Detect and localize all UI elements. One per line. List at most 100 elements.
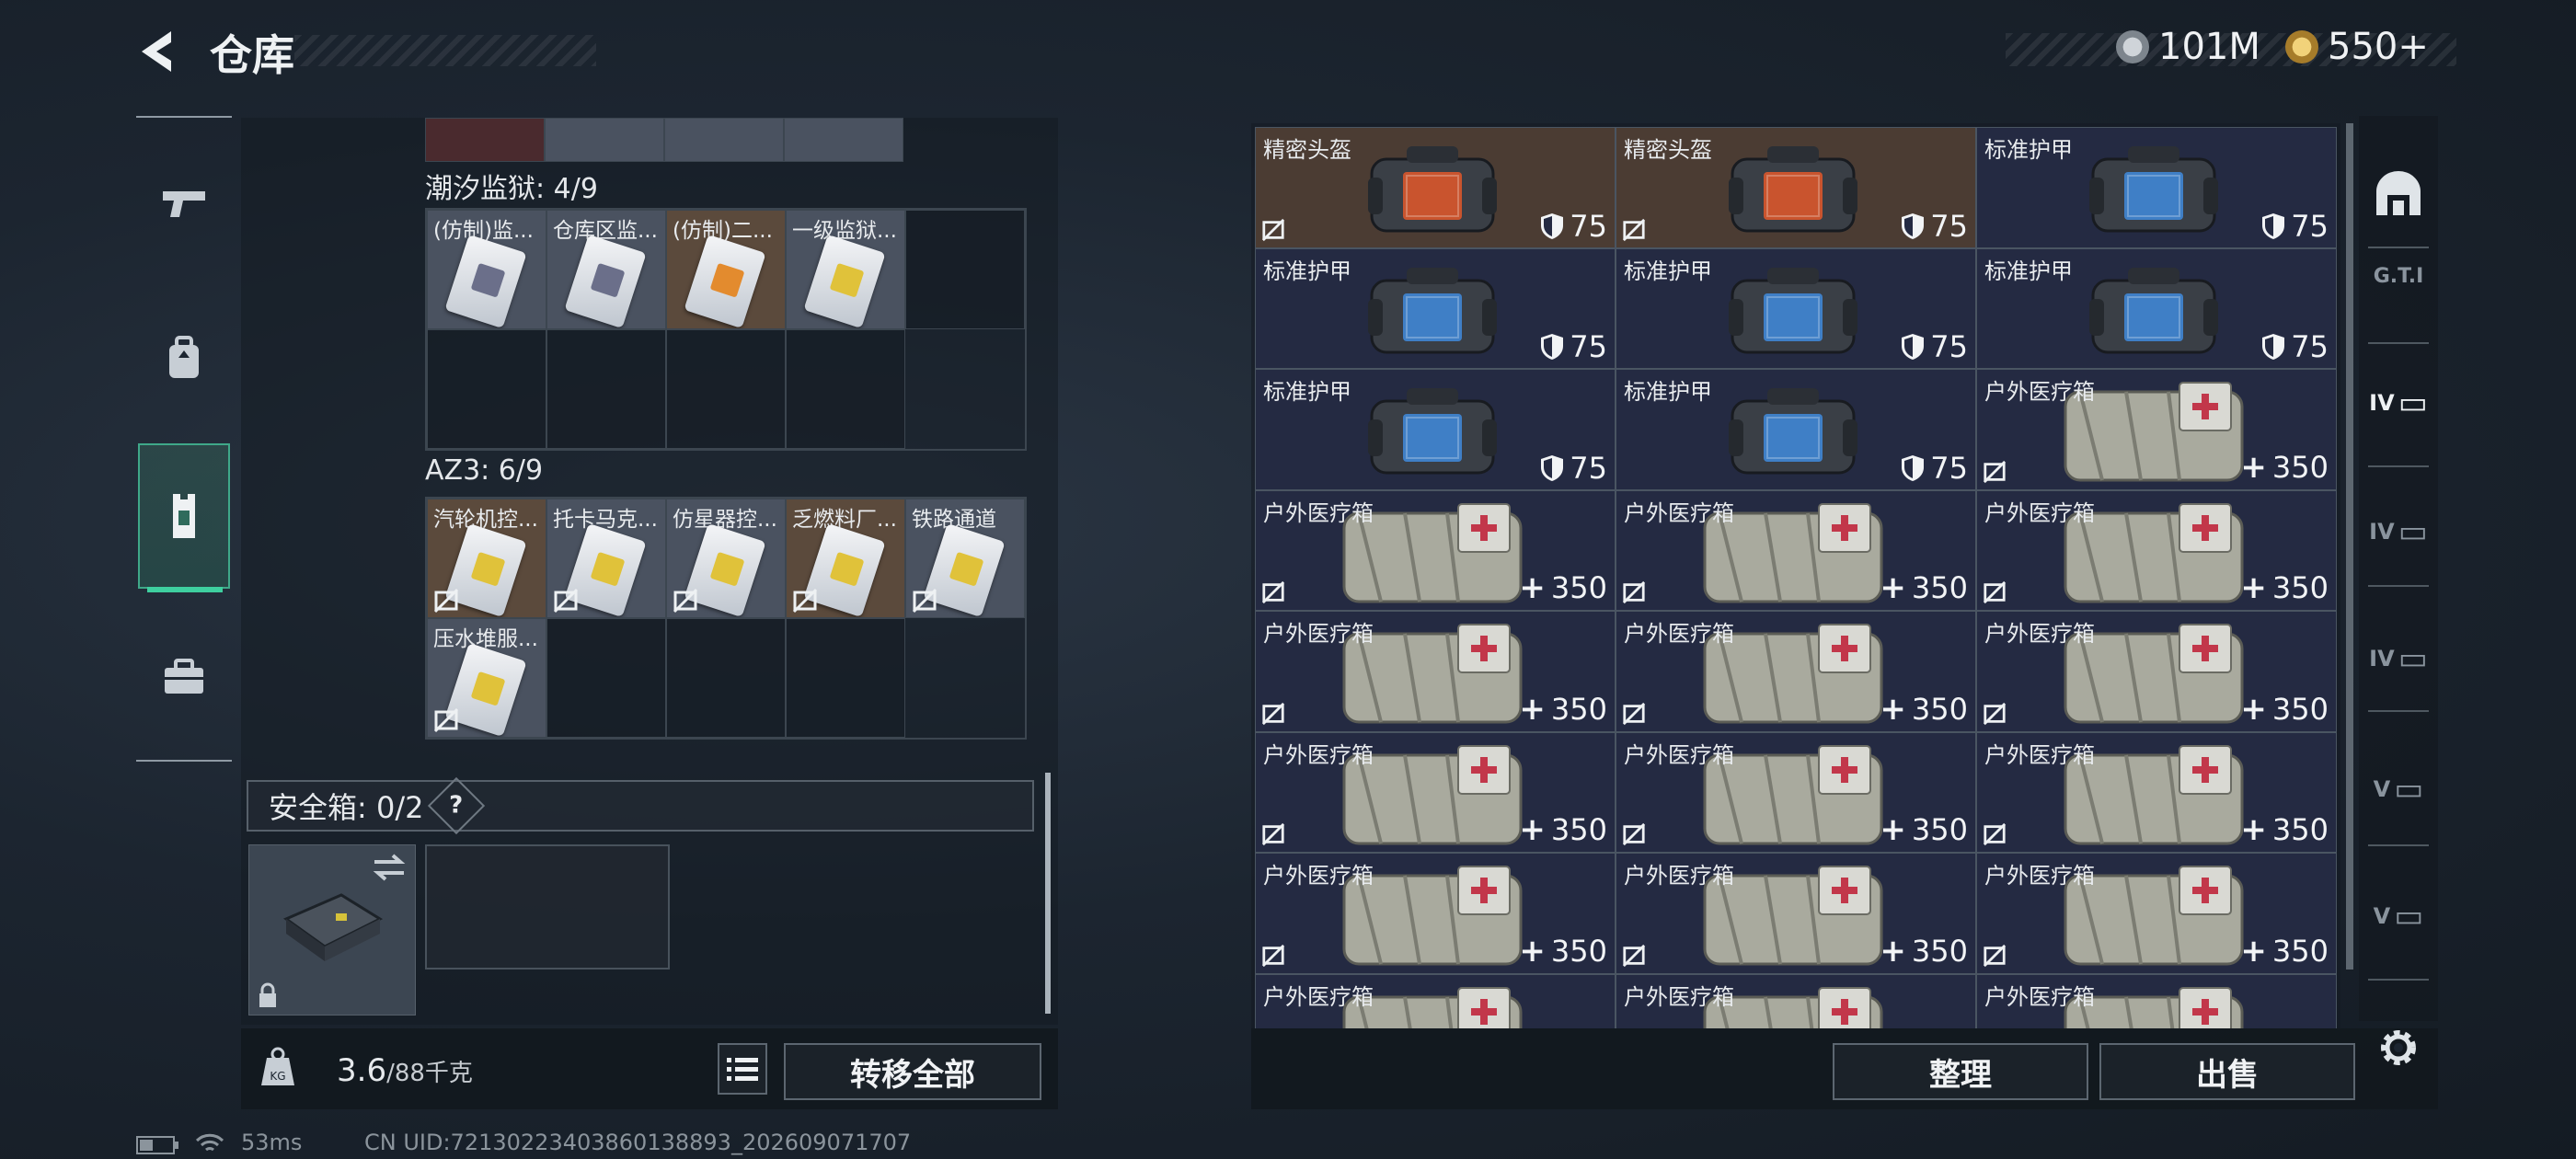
warehouse-item[interactable]: 户外医疗箱 +350 bbox=[1255, 611, 1616, 732]
empty-slot[interactable] bbox=[666, 618, 786, 738]
warehouse-item[interactable]: 户外医疗箱 +350 bbox=[1616, 853, 1976, 974]
warehouse-tab-3[interactable]: IV ▭ bbox=[2361, 357, 2436, 449]
warehouse-item[interactable]: 户外医疗箱 +350 bbox=[1976, 489, 2337, 611]
empty-slot[interactable] bbox=[666, 329, 786, 449]
sell-button[interactable]: 出售 bbox=[2099, 1043, 2355, 1100]
partial-cell[interactable] bbox=[545, 118, 664, 162]
helmet-case-icon bbox=[1368, 146, 1497, 233]
plus-icon: + bbox=[1880, 811, 1906, 848]
item-name: 户外医疗箱 bbox=[1624, 741, 1734, 768]
warehouse-item[interactable]: 户外医疗箱 +350 bbox=[1255, 973, 1616, 1028]
warehouse-item[interactable]: 精密头盔 75 bbox=[1616, 127, 1976, 248]
swap-icon[interactable] bbox=[371, 853, 408, 882]
empty-slot[interactable] bbox=[546, 618, 666, 738]
empty-slot[interactable] bbox=[546, 329, 666, 449]
warehouse-tab-5[interactable]: IV ▭ bbox=[2361, 613, 2436, 705]
keycard-slot[interactable]: 托卡马克... bbox=[546, 499, 666, 618]
pistol-icon bbox=[163, 191, 205, 217]
warehouse-panel: 精密头盔 75 精密头盔 75 标准护甲 75 标准护甲 75 标准护甲 75 标准护甲 … bbox=[1251, 123, 2340, 1028]
partial-cell[interactable] bbox=[664, 118, 784, 162]
shield-icon bbox=[1902, 334, 1925, 360]
warehouse-item[interactable]: 户外医疗箱 +350 bbox=[1976, 853, 2337, 974]
gear-icon[interactable] bbox=[2375, 1025, 2421, 1071]
battery-icon bbox=[136, 1136, 178, 1154]
item-name: 托卡马克... bbox=[553, 508, 658, 532]
warehouse-tab-2[interactable]: G.T.I bbox=[2361, 230, 2436, 322]
safe-box-empty-slot[interactable] bbox=[425, 844, 670, 970]
warehouse-tab-4[interactable]: IV ▭ bbox=[2361, 486, 2436, 578]
plus-icon: + bbox=[2240, 932, 2267, 970]
empty-slot[interactable] bbox=[427, 329, 546, 449]
warehouse-scrollbar[interactable] bbox=[2346, 123, 2353, 970]
warehouse-item[interactable]: 户外医疗箱 +350 bbox=[1255, 853, 1616, 974]
keycard-slot[interactable]: 仓库区监... bbox=[546, 210, 666, 329]
warehouse-item[interactable]: 精密头盔 75 bbox=[1255, 127, 1616, 248]
category-weapons[interactable] bbox=[138, 158, 230, 250]
warehouse-item[interactable]: 标准护甲 75 bbox=[1616, 369, 1976, 490]
rail-top-divider bbox=[136, 116, 232, 118]
item-name: 户外医疗箱 bbox=[1263, 983, 1374, 1010]
keycard-slot[interactable]: 乏燃料厂... bbox=[786, 499, 905, 618]
warehouse-item[interactable]: 标准护甲 75 bbox=[1976, 247, 2337, 369]
list-view-button[interactable] bbox=[718, 1043, 767, 1095]
back-arrow-icon[interactable] bbox=[134, 28, 180, 75]
sort-button[interactable]: 整理 bbox=[1833, 1043, 2088, 1100]
heal-value: +350 bbox=[2240, 448, 2329, 486]
warehouse-item[interactable]: 户外医疗箱 +350 bbox=[1616, 489, 1976, 611]
warehouse-item[interactable]: 户外医疗箱 +350 bbox=[1976, 369, 2337, 490]
safe-box-slot[interactable] bbox=[248, 844, 416, 1016]
warehouse-tab-6[interactable]: V ▭ bbox=[2361, 743, 2436, 835]
keycard-grid-tidal-prison: (仿制)监... 仓库区监... (仿制)二... 一级监狱... bbox=[425, 208, 1027, 451]
item-name: 户外医疗箱 bbox=[1624, 499, 1734, 526]
warehouse-item[interactable]: 户外医疗箱 +350 bbox=[1616, 731, 1976, 853]
svg-text:KG: KG bbox=[270, 1070, 285, 1083]
keycard-slot[interactable]: 一级监狱... bbox=[786, 210, 905, 329]
item-name: 一级监狱... bbox=[792, 219, 897, 243]
backpack-scrollbar[interactable] bbox=[1045, 773, 1051, 1014]
empty-slot[interactable] bbox=[786, 618, 905, 738]
warehouse-item[interactable]: 户外医疗箱 +350 bbox=[1976, 611, 2337, 732]
empty-slot[interactable] bbox=[905, 210, 1025, 329]
keycard-grid-az3: 汽轮机控... 托卡马克... 仿星器控... 乏燃料厂... 铁路通道 压水堆… bbox=[425, 497, 1027, 740]
category-toolbox[interactable] bbox=[138, 631, 230, 723]
weight-capacity: /88千克 bbox=[386, 1060, 473, 1087]
category-equipment[interactable] bbox=[138, 313, 230, 405]
tab-divider bbox=[2368, 710, 2429, 712]
no-trade-icon bbox=[1983, 460, 2007, 483]
gold-currency[interactable]: 550+ bbox=[2285, 26, 2429, 68]
weight-readout: 3.6/88千克 bbox=[337, 1052, 473, 1089]
no-trade-icon bbox=[1622, 702, 1646, 725]
transfer-all-button[interactable]: 转移全部 bbox=[784, 1043, 1041, 1100]
keycard-slot[interactable]: 仿星器控... bbox=[666, 499, 786, 618]
keycard-slot[interactable]: 汽轮机控... bbox=[427, 499, 546, 618]
warehouse-item[interactable]: 户外医疗箱 bbox=[1976, 973, 2337, 1028]
warehouse-item[interactable]: 户外医疗箱 +350 bbox=[1255, 731, 1616, 853]
no-trade-icon bbox=[1622, 822, 1646, 846]
empty-slot[interactable] bbox=[786, 329, 905, 449]
warehouse-item[interactable]: 户外医疗箱 +350 bbox=[1616, 611, 1976, 732]
keycard-slot[interactable]: 铁路通道 bbox=[905, 499, 1025, 618]
warehouse-item[interactable]: 标准护甲 75 bbox=[1255, 369, 1616, 490]
keycard-slot[interactable]: (仿制)监... bbox=[427, 210, 546, 329]
warehouse-item[interactable]: 户外医疗箱 +350 bbox=[1616, 973, 1976, 1028]
warehouse-item[interactable]: 标准护甲 75 bbox=[1976, 127, 2337, 248]
category-vests[interactable] bbox=[138, 443, 230, 589]
partial-cell[interactable] bbox=[784, 118, 903, 162]
warehouse-tab-7[interactable]: V ▭ bbox=[2361, 870, 2436, 962]
warehouse-item[interactable]: 户外医疗箱 +350 bbox=[1255, 489, 1616, 611]
durability-value: 75 bbox=[2261, 209, 2329, 244]
item-name: 精密头盔 bbox=[1624, 137, 1712, 163]
keycard-slot[interactable]: 压水堆服... bbox=[427, 618, 546, 738]
warehouse-item[interactable]: 标准护甲 75 bbox=[1616, 247, 1976, 369]
warehouse-item[interactable]: 户外医疗箱 +350 bbox=[1976, 731, 2337, 853]
keycard-icon bbox=[564, 234, 647, 328]
help-icon[interactable]: ? bbox=[428, 776, 486, 835]
warehouse-tab-all[interactable] bbox=[2361, 147, 2436, 239]
warehouse-item[interactable]: 标准护甲 75 bbox=[1255, 247, 1616, 369]
helmet-tab-icon bbox=[2376, 171, 2421, 215]
plus-icon: + bbox=[1519, 569, 1546, 606]
item-name: 户外医疗箱 bbox=[1263, 621, 1374, 647]
partial-cell[interactable] bbox=[425, 118, 545, 162]
safe-box-label: 安全箱: 0/2 bbox=[269, 790, 424, 825]
keycard-slot[interactable]: (仿制)二... bbox=[666, 210, 786, 329]
